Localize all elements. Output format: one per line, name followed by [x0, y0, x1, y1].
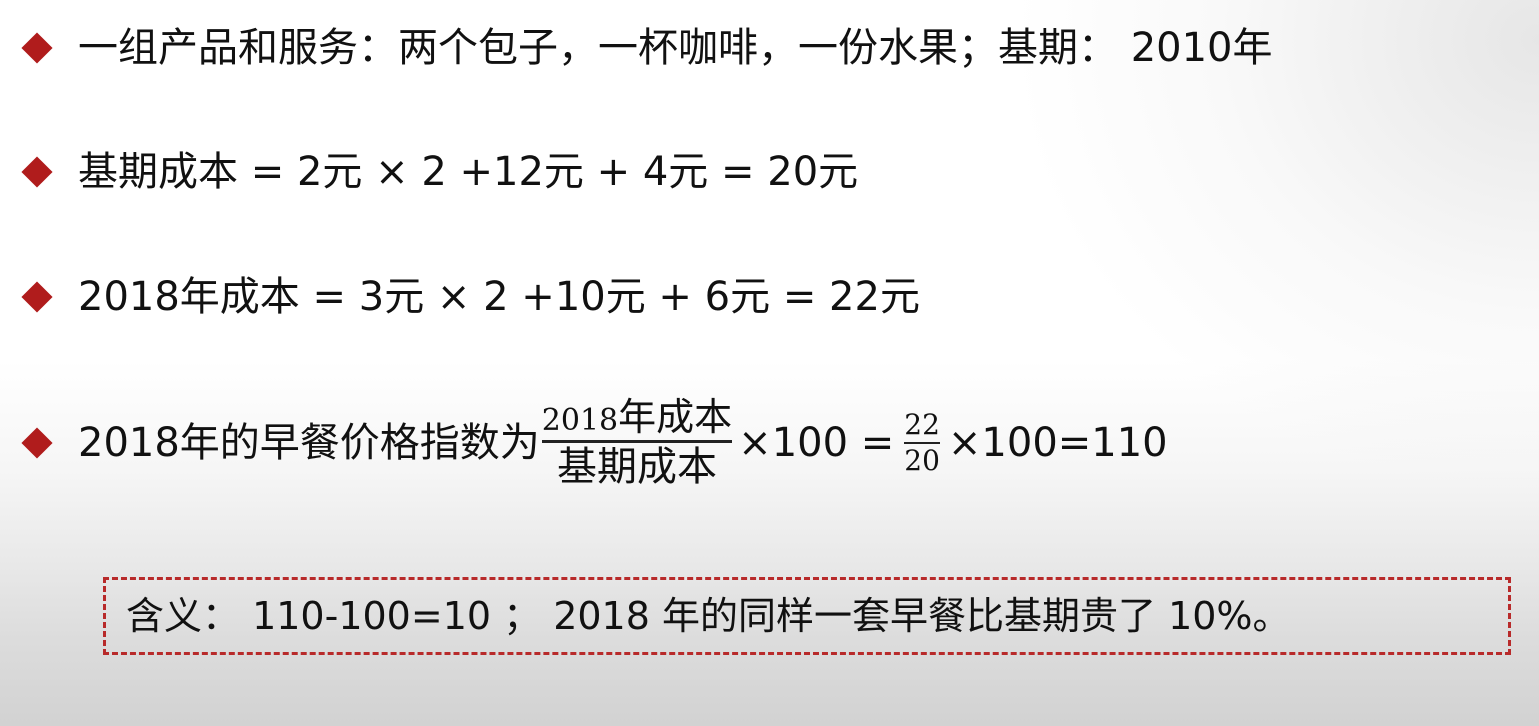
diamond-bullet-icon	[21, 156, 53, 188]
fraction-numerator: 2018年成本	[542, 398, 732, 436]
numerator-label: 年成本	[618, 395, 733, 439]
formula-multiplier: ×100 =	[738, 419, 895, 466]
meaning-text: 含义： 110-100=10 ； 2018 年的同样一套早餐比基期贵了 10%。	[126, 594, 1291, 638]
cost-ratio-fraction: 2018年成本 基期成本	[541, 398, 733, 490]
numerator-year: 2018	[541, 403, 619, 438]
formula-prefix: 2018年的早餐价格指数为	[78, 419, 540, 466]
bullet-item-product-basket: 一组产品和服务：两个包子，一杯咖啡，一份水果；基期： 2010年	[21, 25, 1273, 71]
bullet-item-base-cost: 基期成本 = 2元 × 2 +12元 + 4元 = 20元	[21, 149, 859, 195]
bullet-item-2018-cost: 2018年成本 = 3元 × 2 +10元 + 6元 = 22元	[21, 274, 920, 320]
fraction-denominator: 基期成本	[556, 444, 717, 490]
meaning-callout-box: 含义： 110-100=10 ； 2018 年的同样一套早餐比基期贵了 10%。	[103, 577, 1511, 655]
diamond-bullet-icon	[21, 32, 53, 64]
fraction-denominator: 20	[904, 443, 940, 477]
fraction-numerator: 22	[904, 407, 940, 441]
bullet-item-price-index: 2018年的早餐价格指数为 2018年成本 基期成本 ×100 = 22 20 …	[21, 398, 1168, 487]
fraction-bar	[541, 440, 733, 443]
bullet-text: 一组产品和服务：两个包子，一杯咖啡，一份水果；基期： 2010年	[78, 25, 1273, 71]
slide: 一组产品和服务：两个包子，一杯咖啡，一份水果；基期： 2010年 基期成本 = …	[0, 0, 1539, 726]
bullet-text: 基期成本 = 2元 × 2 +12元 + 4元 = 20元	[78, 149, 859, 195]
value-ratio-fraction: 22 20	[904, 407, 940, 477]
diamond-bullet-icon	[21, 426, 53, 459]
diamond-bullet-icon	[21, 281, 53, 313]
formula-result: ×100=110	[947, 419, 1168, 466]
bullet-text: 2018年成本 = 3元 × 2 +10元 + 6元 = 22元	[78, 274, 920, 320]
price-index-formula: 2018年的早餐价格指数为 2018年成本 基期成本 ×100 = 22 20 …	[78, 398, 1168, 487]
